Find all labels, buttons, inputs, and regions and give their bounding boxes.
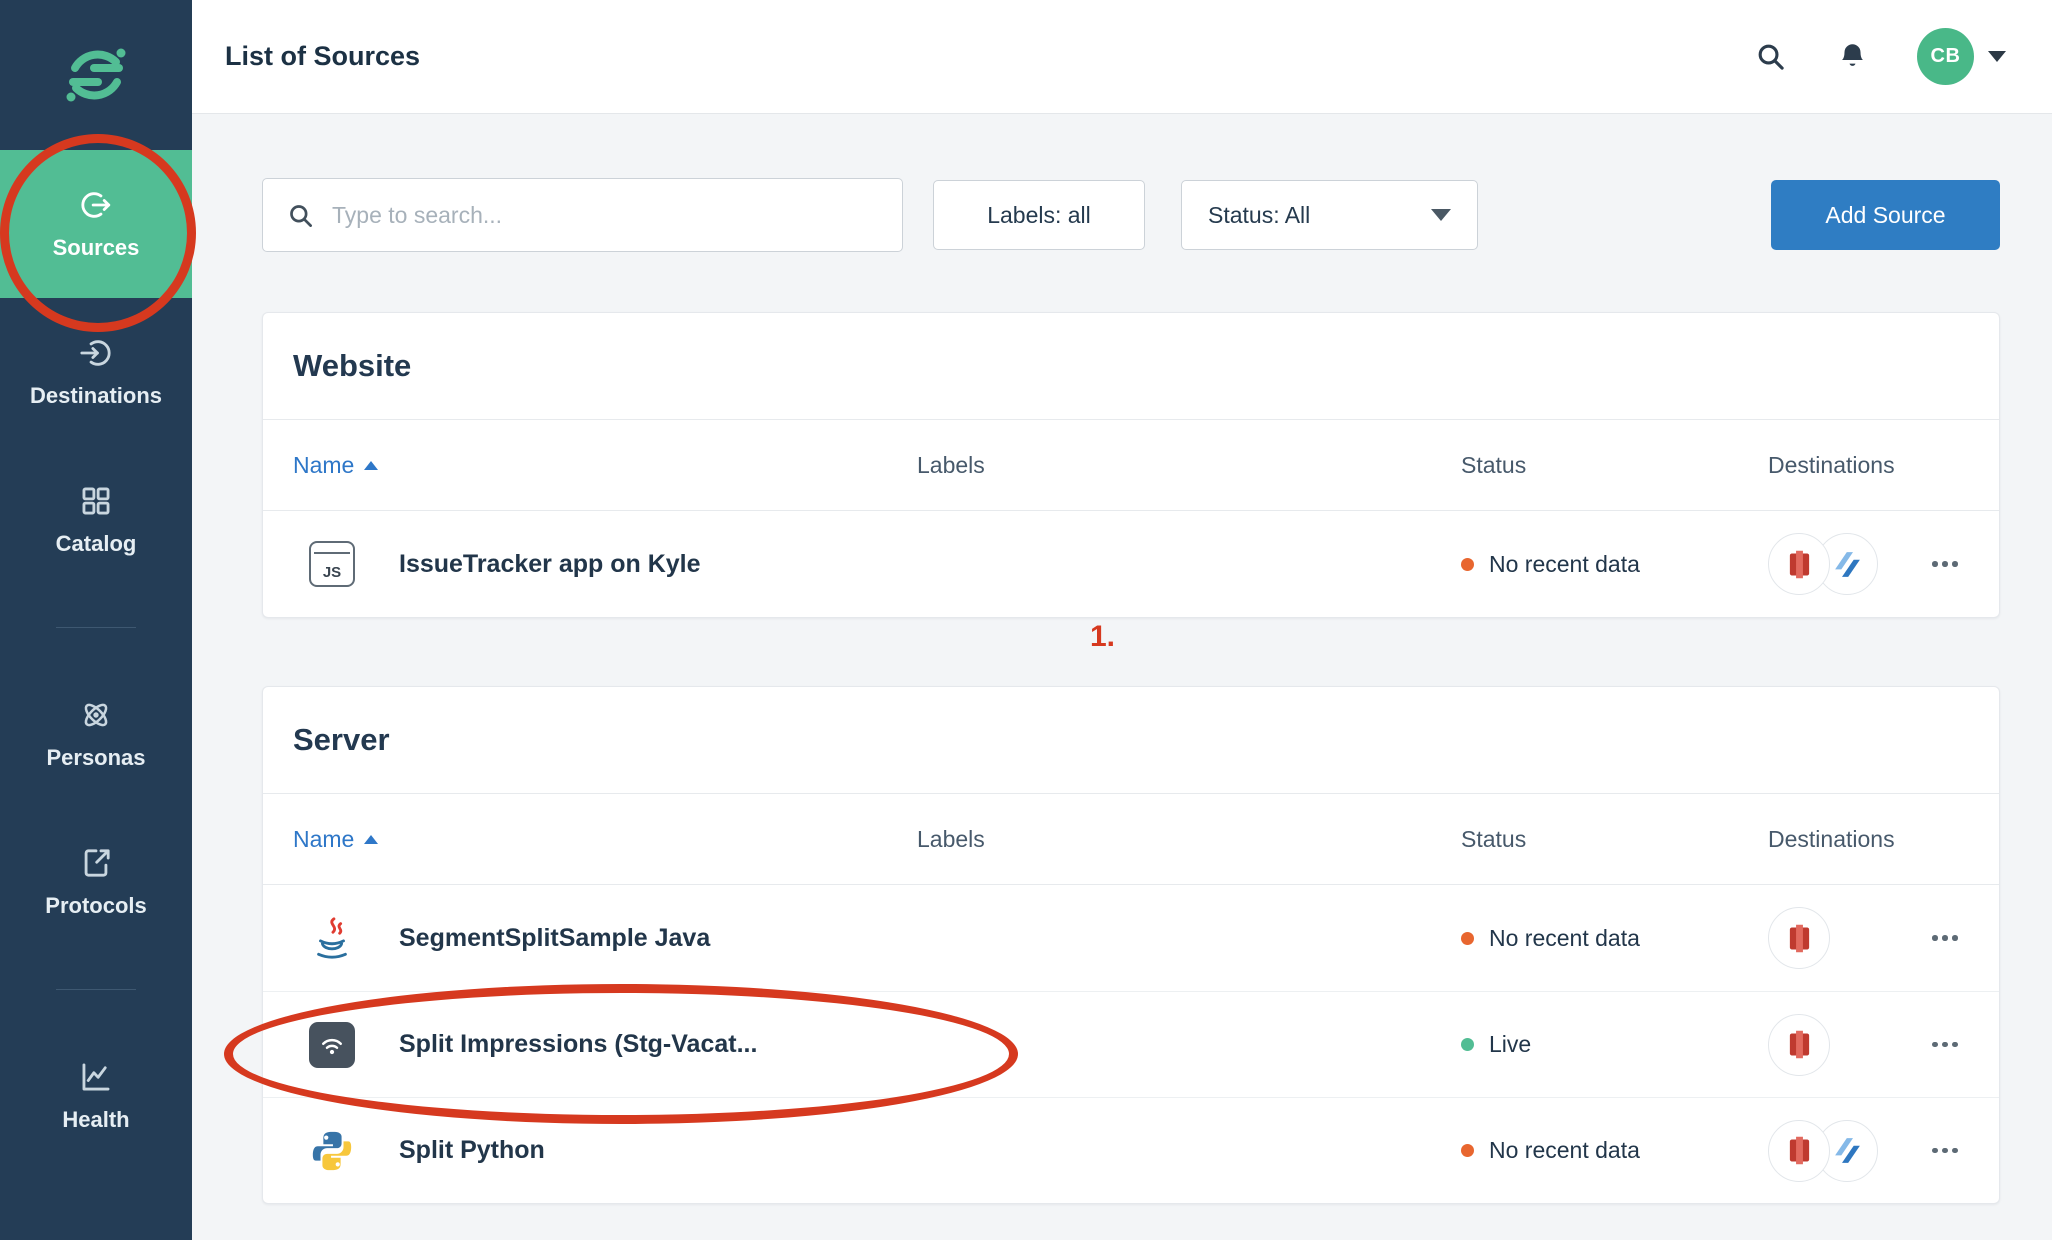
destinations-cell — [1768, 1014, 1969, 1076]
status-dot — [1461, 558, 1474, 571]
search-icon — [287, 202, 314, 229]
destinations-icon — [79, 336, 113, 370]
destinations-cell — [1768, 533, 1969, 595]
column-header-labels: Labels — [917, 452, 1461, 479]
content-area: Labels: all Status: All Add Source Websi… — [192, 114, 2052, 1240]
sidebar-item-label: Destinations — [30, 383, 162, 409]
main-area: List of Sources CB — [192, 0, 2052, 1240]
row-menu-button[interactable] — [1921, 1021, 1969, 1069]
column-header-destinations: Destinations — [1768, 826, 1969, 853]
redshift-destination-icon[interactable] — [1768, 533, 1830, 595]
column-header-status: Status — [1461, 452, 1768, 479]
row-menu-button[interactable] — [1921, 1127, 1969, 1175]
search-icon[interactable] — [1753, 40, 1787, 74]
top-header: List of Sources CB — [192, 0, 2052, 114]
sidebar-item-protocols[interactable]: Protocols — [0, 808, 192, 956]
protocols-icon — [79, 846, 113, 880]
redshift-destination-icon[interactable] — [1768, 907, 1830, 969]
sort-ascending-icon — [364, 461, 378, 470]
sidebar-item-label: Sources — [53, 235, 140, 261]
health-icon — [79, 1060, 113, 1094]
table-row[interactable]: SegmentSplitSample Java No recent data — [263, 885, 1999, 991]
page-title: List of Sources — [225, 41, 1753, 72]
sidebar-item-label: Personas — [46, 745, 145, 771]
row-menu-button[interactable] — [1921, 540, 1969, 588]
javascript-tile-icon: JS — [309, 541, 355, 587]
header-actions: CB — [1753, 28, 2006, 85]
sidebar-divider — [0, 594, 192, 660]
status-cell: No recent data — [1461, 925, 1768, 952]
status-text: No recent data — [1489, 925, 1640, 952]
account-menu[interactable]: CB — [1917, 28, 2006, 85]
java-icon — [309, 915, 355, 961]
website-section-card: Website Name Labels Status Destinations … — [262, 312, 2000, 618]
wifi-tile-icon — [309, 1022, 355, 1068]
catalog-icon — [79, 484, 113, 518]
column-header-labels: Labels — [917, 826, 1461, 853]
personas-icon — [79, 698, 113, 732]
chevron-down-icon[interactable] — [1988, 51, 2006, 62]
source-name: Split Impressions (Stg-Vacat... — [399, 1030, 757, 1059]
status-filter-value: Status: All — [1208, 202, 1310, 229]
sidebar-item-personas[interactable]: Personas — [0, 660, 192, 808]
server-section-card: Server Name Labels Status Destinations — [262, 686, 2000, 1204]
table-row[interactable]: Split Python No recent data — [263, 1097, 1999, 1203]
avatar[interactable]: CB — [1917, 28, 1974, 85]
status-cell: No recent data — [1461, 551, 1768, 578]
sidebar-item-catalog[interactable]: Catalog — [0, 446, 192, 594]
redshift-destination-icon[interactable] — [1768, 1014, 1830, 1076]
destinations-cell — [1768, 1120, 1969, 1182]
column-header-destinations: Destinations — [1768, 452, 1969, 479]
column-header-name[interactable]: Name — [293, 826, 917, 853]
chevron-down-icon — [1431, 209, 1451, 221]
sidebar-item-health[interactable]: Health — [0, 1022, 192, 1170]
sort-ascending-icon — [364, 835, 378, 844]
status-dot — [1461, 1038, 1474, 1051]
section-title: Server — [263, 687, 1999, 793]
status-text: No recent data — [1489, 1137, 1640, 1164]
search-box[interactable] — [262, 178, 903, 252]
source-name: Split Python — [399, 1136, 545, 1165]
segment-logo[interactable] — [0, 0, 192, 150]
notifications-bell-icon[interactable] — [1835, 40, 1869, 74]
status-cell: Live — [1461, 1031, 1768, 1058]
status-filter-dropdown[interactable]: Status: All — [1181, 180, 1478, 250]
search-input[interactable] — [332, 202, 878, 229]
source-name: IssueTracker app on Kyle — [399, 550, 701, 579]
status-cell: No recent data — [1461, 1137, 1768, 1164]
source-name: SegmentSplitSample Java — [399, 924, 710, 953]
column-header-status: Status — [1461, 826, 1768, 853]
sidebar-item-label: Protocols — [45, 893, 146, 919]
sidebar-item-label: Health — [62, 1107, 129, 1133]
redshift-destination-icon[interactable] — [1768, 1120, 1830, 1182]
column-header-name[interactable]: Name — [293, 452, 917, 479]
status-text: Live — [1489, 1031, 1531, 1058]
sidebar-item-destinations[interactable]: Destinations — [0, 298, 192, 446]
status-dot — [1461, 932, 1474, 945]
table-header-row: Name Labels Status Destinations — [263, 419, 1999, 511]
destinations-cell — [1768, 907, 1969, 969]
sidebar-divider — [0, 956, 192, 1022]
table-row[interactable]: JS IssueTracker app on Kyle No recent da… — [263, 511, 1999, 617]
python-icon — [309, 1128, 355, 1174]
row-menu-button[interactable] — [1921, 914, 1969, 962]
table-header-row: Name Labels Status Destinations — [263, 793, 1999, 885]
add-source-button[interactable]: Add Source — [1771, 180, 2000, 250]
sources-icon — [79, 188, 113, 222]
table-row[interactable]: Split Impressions (Stg-Vacat... Live — [263, 991, 1999, 1097]
sidebar: Sources Destinations Catalog Personas — [0, 0, 192, 1240]
filter-toolbar: Labels: all Status: All Add Source — [262, 178, 2000, 252]
labels-filter-button[interactable]: Labels: all — [933, 180, 1145, 250]
segment-logo-icon — [64, 43, 128, 107]
section-title: Website — [263, 313, 1999, 419]
sidebar-item-label: Catalog — [56, 531, 137, 557]
status-text: No recent data — [1489, 551, 1640, 578]
sidebar-item-sources[interactable]: Sources — [0, 150, 192, 298]
status-dot — [1461, 1144, 1474, 1157]
